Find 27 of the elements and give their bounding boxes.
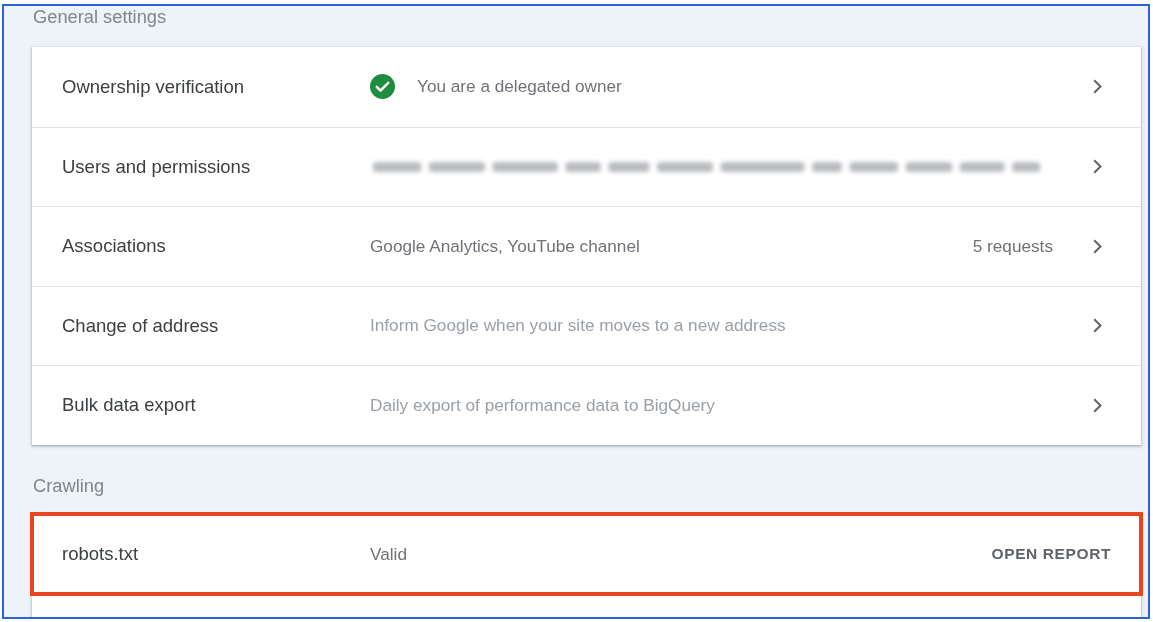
- setting-label: Users and permissions: [62, 155, 252, 178]
- settings-row[interactable]: Bulk data export Daily export of performance data to BigQuery: [32, 365, 1141, 445]
- setting-label: robots.txt: [62, 543, 140, 566]
- setting-label: Bulk data export: [62, 394, 197, 417]
- description-text: Inform Google when your site moves to a new address: [370, 315, 786, 337]
- check-circle-icon: [370, 74, 395, 100]
- value-text: Valid: [370, 543, 407, 565]
- chevron-right-icon: [1093, 79, 1102, 95]
- settings-row[interactable]: robots.txt Valid OPEN REPORT: [32, 514, 1141, 594]
- settings-row[interactable]: Users and permissions: [32, 126, 1141, 206]
- status-text: You are a delegated owner: [417, 76, 622, 98]
- request-count: 5 requests: [972, 235, 1053, 257]
- settings-row[interactable]: Ownership verification You are a delegated owner: [32, 47, 1141, 127]
- description-text: Daily export of performance data to BigQuery: [370, 394, 715, 416]
- value-text: Google Analytics, YouTube channel: [370, 235, 640, 257]
- settings-row[interactable]: Change of address Inform Google when your site moves to a new address: [32, 285, 1141, 365]
- setting-label: Associations: [62, 235, 167, 258]
- open-report-button[interactable]: OPEN REPORT: [991, 539, 1111, 570]
- chevron-right-icon: [1093, 397, 1102, 413]
- section-title: Crawling: [32, 474, 105, 497]
- chevron-right-icon: [1093, 318, 1102, 334]
- settings-row[interactable]: Associations Google Analytics, YouTube channel 5 requests: [32, 206, 1141, 286]
- section-title: General settings: [32, 6, 167, 28]
- chevron-right-icon: [1093, 238, 1102, 254]
- setting-label: Ownership verification: [62, 75, 245, 98]
- chevron-right-icon: [1093, 159, 1102, 175]
- setting-label: Change of address: [62, 314, 220, 337]
